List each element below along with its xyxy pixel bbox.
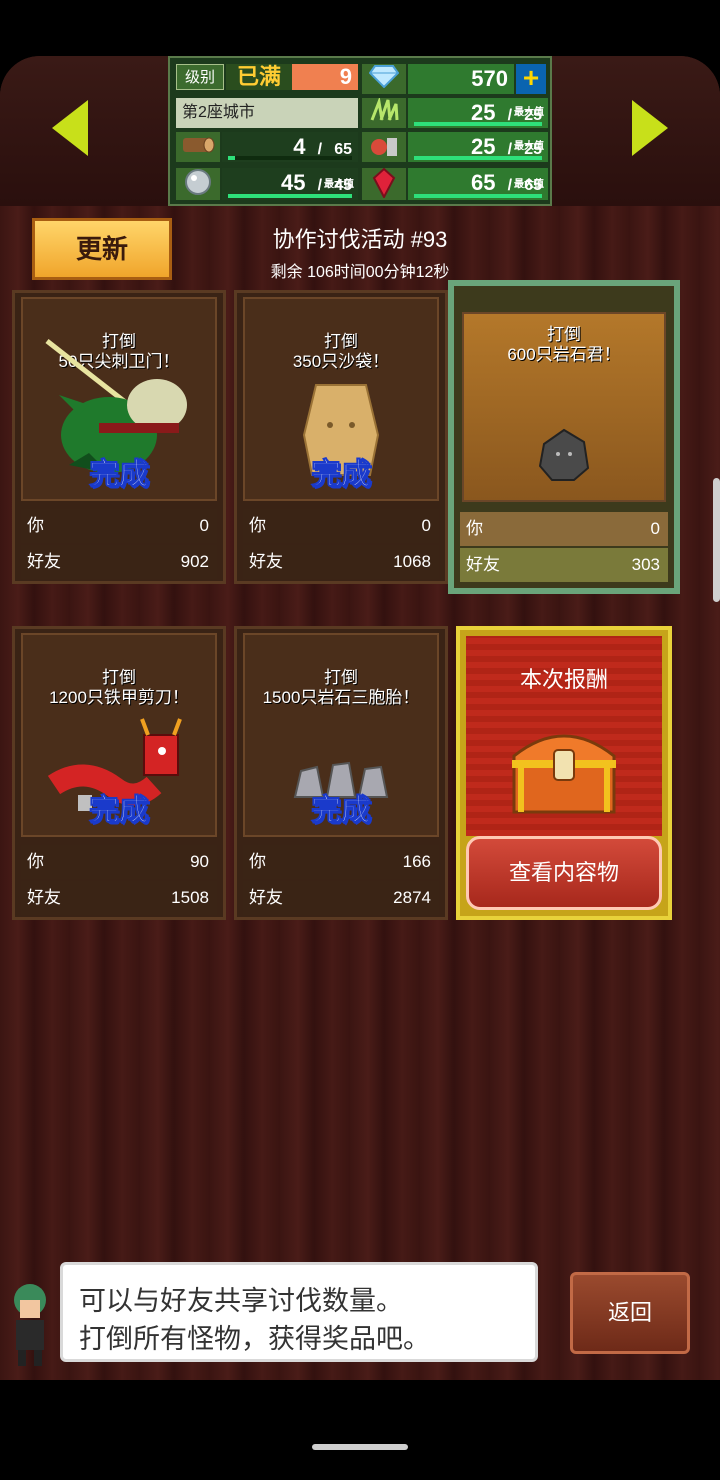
grass-stat: 25 / 25 最大值: [408, 98, 548, 128]
wood-bar: [228, 156, 352, 160]
friend-value: 902: [180, 552, 209, 571]
friend-label: 好友: [466, 555, 500, 574]
rock-golem-icon: [538, 428, 590, 481]
add-gems-button[interactable]: +: [516, 64, 546, 94]
quest-art: 打倒 1200只铁甲剪刀！ 完成: [21, 633, 217, 837]
you-row: 你 0: [460, 512, 668, 546]
you-value: 0: [650, 519, 660, 538]
quest-done-label: 完成: [89, 794, 150, 828]
quest-card-spike-guard[interactable]: 打倒 50只尖刺卫门！ 完成 你 0 好友 902: [12, 290, 226, 584]
quest-art: 打倒 1500只岩石三胞胎！ 完成: [243, 633, 439, 837]
quest-art: 打倒 350只沙袋！ 完成: [243, 297, 439, 501]
treasure-chest-icon: [512, 734, 616, 814]
grass-bar-fill: [414, 122, 542, 126]
wood-stat: 4 / 65: [222, 132, 358, 162]
friend-label: 好友: [249, 888, 283, 907]
edge-scroll-handle[interactable]: [713, 478, 720, 602]
friend-value: 1068: [393, 552, 431, 571]
ruby-bar-fill: [414, 194, 542, 198]
ruby-slash: /: [507, 177, 513, 194]
level-label: 级别: [176, 64, 224, 90]
stone-slash: /: [317, 177, 323, 194]
you-label: 你: [249, 516, 266, 535]
quest-target: 1500只岩石三胞胎！: [262, 688, 420, 707]
friend-label: 好友: [249, 552, 283, 571]
friend-row: 好友 902: [21, 545, 217, 579]
you-value: 0: [199, 516, 209, 535]
friend-value: 303: [631, 555, 660, 574]
ruby-stat: 65 / 65 最大值: [408, 168, 548, 200]
stone-bar: [228, 194, 352, 198]
view-contents-button[interactable]: 查看内容物: [466, 836, 662, 910]
friend-row: 好友 2874: [243, 881, 439, 915]
friend-value: 1508: [171, 888, 209, 907]
level-max-text: 已满: [226, 64, 292, 90]
you-row: 你 90: [21, 845, 217, 879]
hint-line1: 可以与好友共享讨伐数量。: [79, 1286, 403, 1316]
next-arrow-icon[interactable]: [632, 100, 668, 156]
you-value: 166: [402, 852, 431, 871]
hint-line2: 打倒所有怪物，获得奖品吧。: [79, 1324, 430, 1354]
event-remaining-time: 剩余 106时间00分钟12秒: [270, 264, 450, 281]
grass-icon: [362, 96, 406, 128]
you-label: 你: [249, 852, 266, 871]
quest-done-label: 完成: [89, 458, 150, 492]
quest-done-label: 完成: [311, 794, 372, 828]
ruby-icon: [362, 167, 406, 200]
you-label: 你: [466, 519, 483, 538]
friend-row: 好友 1068: [243, 545, 439, 579]
hint-speech-bubble: 可以与好友共享讨伐数量。 打倒所有怪物，获得奖品吧。: [60, 1262, 538, 1362]
you-row: 你 0: [21, 509, 217, 543]
friend-label: 好友: [27, 888, 61, 907]
diamond-icon: [362, 64, 406, 94]
stone-current: 45: [281, 170, 306, 195]
level-value: 9: [292, 64, 358, 90]
quest-card-rock-triplets[interactable]: 打倒 1500只岩石三胞胎！ 完成 你 166 好友 2874: [234, 626, 448, 920]
wood-log-icon: [176, 132, 220, 162]
you-label: 你: [27, 852, 44, 871]
food-bar-fill: [414, 156, 542, 160]
grass-bar: [414, 122, 542, 126]
system-nav-bar: [0, 1380, 720, 1480]
guide-character-avatar: [14, 1284, 46, 1366]
ruby-bar: [414, 194, 542, 198]
food-stat: 25 / 25 最大值: [408, 132, 548, 162]
back-button[interactable]: 返回: [570, 1272, 690, 1354]
you-value: 0: [421, 516, 431, 535]
wood-bar-fill: [228, 156, 236, 160]
quest-target: 600只岩石君！: [507, 345, 621, 364]
quest-art: 打倒 600只岩石君！: [462, 312, 666, 502]
city-label: 第2座城市: [176, 98, 358, 128]
you-row: 你 166: [243, 845, 439, 879]
friend-label: 好友: [27, 552, 61, 571]
food-icon: [362, 132, 406, 162]
update-button[interactable]: 更新: [32, 218, 172, 280]
friend-row: 好友 303: [460, 548, 668, 582]
quest-card-sandbag[interactable]: 打倒 350只沙袋！ 完成 你 0 好友 1068: [234, 290, 448, 584]
reward-title: 本次报酬: [519, 667, 608, 692]
quest-card-rock-golem[interactable]: 打倒 600只岩石君！ 你 0 好友 303: [448, 280, 680, 594]
you-row: 你 0: [243, 509, 439, 543]
quest-target: 1200只铁甲剪刀！: [49, 688, 189, 707]
gem-count: 570: [408, 64, 514, 94]
quest-card-iron-scissor[interactable]: 打倒 1200只铁甲剪刀！ 完成 你 90 好友 1508: [12, 626, 226, 920]
food-bar: [414, 156, 542, 160]
you-value: 90: [190, 852, 209, 871]
ruby-current: 65: [471, 170, 496, 195]
home-indicator[interactable]: [312, 1444, 408, 1450]
stone-stat: 45 / 45 最大值: [222, 168, 358, 200]
friend-value: 2874: [393, 888, 431, 907]
stats-panel: 级别 已满 9 570 + 第2座城市 25 / 25 最大值 4 / 65 2…: [168, 56, 552, 206]
friend-row: 好友 1508: [21, 881, 217, 915]
prev-arrow-icon[interactable]: [52, 100, 88, 156]
event-title: 协作讨伐活动 #93: [272, 227, 448, 252]
quest-done-label: 完成: [311, 458, 372, 492]
stone-bar-fill: [228, 194, 352, 198]
stone-icon: [176, 168, 220, 200]
quest-target: 350只沙袋！: [292, 352, 390, 371]
you-label: 你: [27, 516, 44, 535]
reward-backdrop: 本次报酬: [466, 636, 662, 836]
quest-art: 打倒 50只尖刺卫门！ 完成: [21, 297, 217, 501]
reward-panel: 本次报酬 查看内容物: [456, 626, 672, 920]
